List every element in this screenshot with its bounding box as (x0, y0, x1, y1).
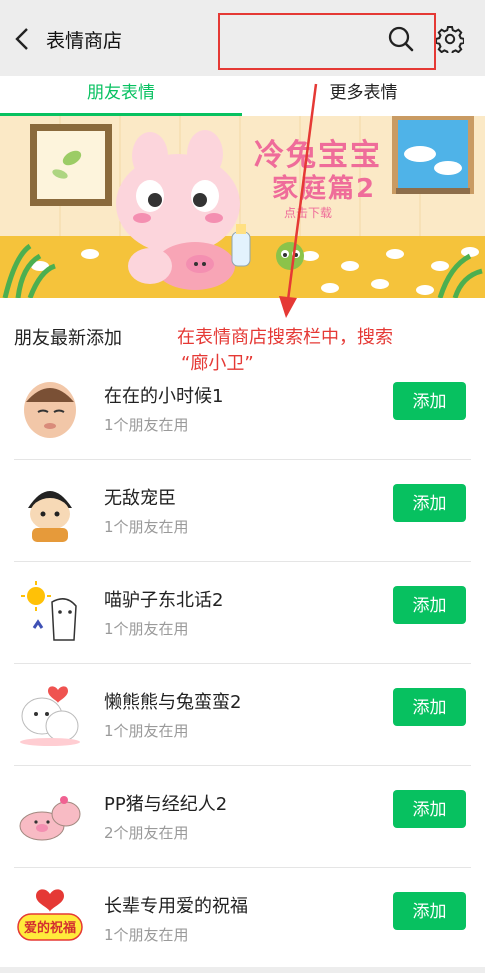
add-button[interactable]: 添加 (393, 688, 466, 726)
gear-icon[interactable] (436, 25, 464, 53)
bottom-strip (0, 967, 485, 973)
sticker-name: 喵驴子东北话2 (104, 590, 224, 611)
sticker-user-count: 1个朋友在用 (104, 518, 189, 536)
annotation-line2: “廊小卫” (181, 353, 254, 374)
add-button[interactable]: 添加 (393, 586, 466, 624)
annotation-line1: 在表情商店搜索栏中，搜索 (177, 327, 393, 348)
sticker-user-count: 1个朋友在用 (104, 416, 189, 434)
page-title: 表情商店 (46, 30, 123, 52)
thumb-text: 爱的祝福 (24, 920, 76, 936)
tab-bar: 朋友表情 更多表情 (0, 76, 485, 116)
top-bar: 表情商店 (0, 0, 485, 76)
sticker-name: 无敌宠臣 (104, 488, 176, 509)
chevron-left-icon[interactable] (10, 24, 34, 54)
list-item[interactable]: 喵驴子东北话2 1个朋友在用 添加 (0, 562, 485, 664)
banner-cta: 点击下载 (284, 206, 333, 220)
add-button[interactable]: 添加 (393, 790, 466, 828)
sticker-thumbnail (24, 382, 76, 438)
sticker-name: 懒熊熊与兔蛮蛮2 (104, 692, 242, 713)
list-item[interactable]: 无敌宠臣 1个朋友在用 添加 (0, 460, 485, 562)
sticker-thumbnail (19, 796, 81, 841)
sticker-name: PP猪与经纪人2 (104, 794, 228, 815)
search-icon[interactable] (387, 25, 415, 53)
sticker-user-count: 1个朋友在用 (104, 926, 189, 944)
friends-sticker-list: 朋友最新添加 在在的小时候1 1个朋友在用 添加 无敌宠臣 1个朋友在用 添加 (0, 298, 485, 967)
annotation-text: 在表情商店搜索栏中，搜索 “廊小卫” (177, 325, 477, 377)
list-item[interactable]: 爱的祝福 长辈专用爱的祝福 1个朋友在用 添加 (0, 868, 485, 970)
list-item[interactable]: 懒熊熊与兔蛮蛮2 1个朋友在用 添加 (0, 664, 485, 766)
sticker-name: 长辈专用爱的祝福 (104, 896, 248, 917)
tab-more-stickers[interactable]: 更多表情 (242, 76, 485, 116)
sticker-thumbnail (21, 581, 77, 641)
banner-subtitle: 家庭篇2 (272, 174, 377, 204)
list-item[interactable]: PP猪与经纪人2 2个朋友在用 添加 (0, 766, 485, 868)
sticker-name: 在在的小时候1 (104, 386, 224, 407)
sticker-user-count: 1个朋友在用 (104, 722, 189, 740)
add-button[interactable]: 添加 (393, 382, 466, 420)
sticker-thumbnail (20, 686, 80, 746)
add-button[interactable]: 添加 (393, 892, 466, 930)
promo-banner[interactable]: 冷兔宝宝 家庭篇2 点击下载 (0, 116, 485, 298)
sticker-thumbnail (28, 491, 72, 542)
sticker-user-count: 1个朋友在用 (104, 620, 189, 638)
tab-friends-stickers[interactable]: 朋友表情 (0, 76, 242, 116)
add-button[interactable]: 添加 (393, 484, 466, 522)
banner-illustration (0, 116, 485, 298)
section-title: 朋友最新添加 (14, 328, 122, 349)
sticker-user-count: 2个朋友在用 (104, 824, 189, 842)
sticker-thumbnail: 爱的祝福 (17, 889, 83, 941)
